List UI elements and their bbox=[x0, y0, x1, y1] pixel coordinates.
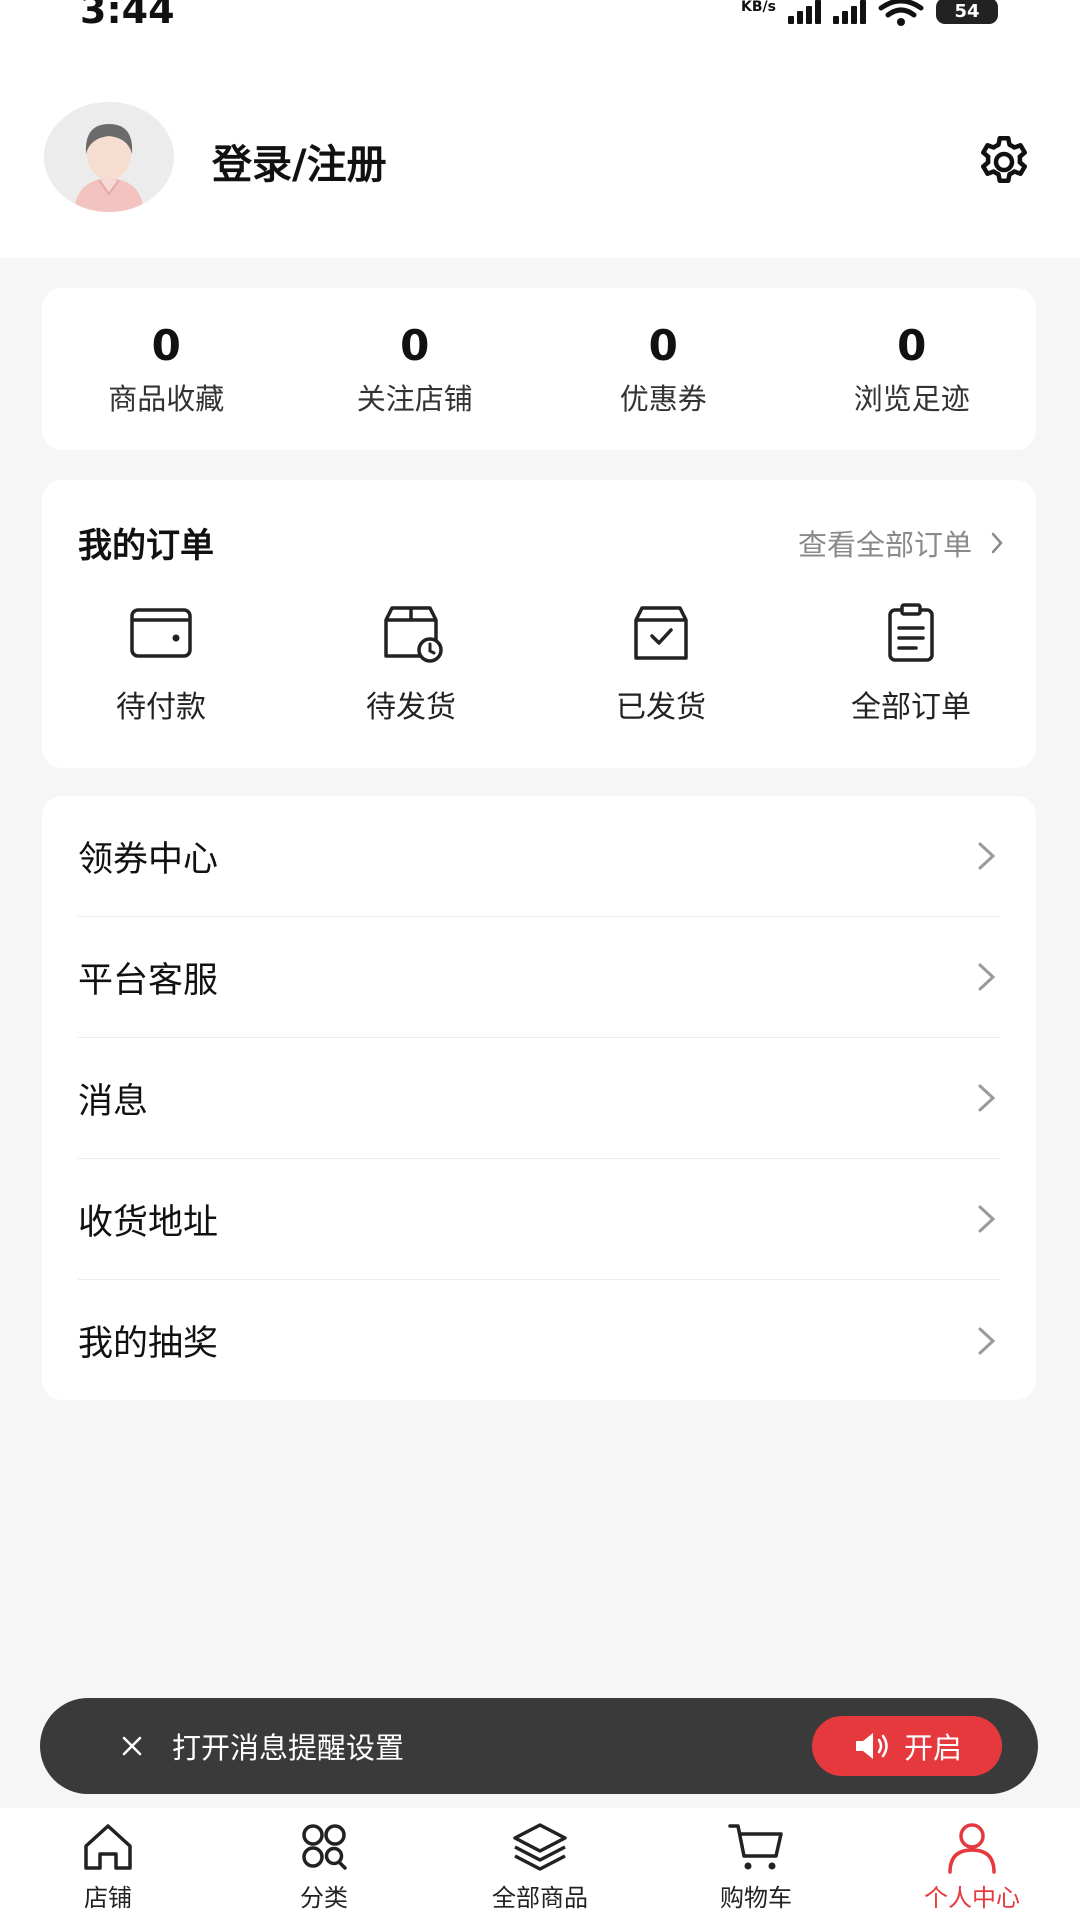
order-shipped[interactable]: 已发货 bbox=[536, 598, 786, 726]
bottom-tab-bar: 店铺 分类 全部商品 购物车 个人中心 bbox=[0, 1808, 1080, 1920]
chevron-right-icon bbox=[978, 1327, 996, 1354]
stat-value: 0 bbox=[648, 321, 678, 370]
tab-label: 全部商品 bbox=[492, 1884, 588, 1912]
tab-label: 个人中心 bbox=[924, 1884, 1020, 1912]
stat-label: 浏览足迹 bbox=[853, 382, 970, 416]
user-icon bbox=[948, 1823, 996, 1874]
gear-icon bbox=[981, 136, 1027, 183]
chevron-right-icon bbox=[991, 532, 1003, 554]
tab-cart[interactable]: 购物车 bbox=[648, 1808, 864, 1920]
menu-item-customer-service[interactable]: 平台客服 bbox=[78, 917, 1000, 1038]
toast-message: 打开消息提醒设置 bbox=[172, 1731, 405, 1765]
view-all-orders-link[interactable]: 查看全部订单 bbox=[798, 522, 1004, 564]
tab-label: 店铺 bbox=[84, 1884, 132, 1912]
order-status-row: 待付款 待发货 已发货 全部订单 bbox=[42, 598, 1036, 726]
category-icon bbox=[302, 1824, 347, 1870]
clipboard-icon bbox=[888, 603, 934, 662]
tab-shop[interactable]: 店铺 bbox=[0, 1808, 216, 1920]
stat-favorites[interactable]: 0 商品收藏 bbox=[42, 288, 291, 450]
menu-item-label: 平台客服 bbox=[78, 960, 219, 1001]
stat-label: 优惠券 bbox=[619, 382, 707, 416]
orders-title: 我的订单 bbox=[78, 526, 214, 566]
order-label: 已发货 bbox=[616, 690, 706, 725]
enable-button-label: 开启 bbox=[903, 1731, 962, 1765]
stat-value: 0 bbox=[400, 321, 430, 370]
battery-icon: 54 bbox=[936, 0, 998, 24]
menu-item-label: 消息 bbox=[78, 1081, 149, 1122]
menu-item-shipping-address[interactable]: 收货地址 bbox=[78, 1159, 1000, 1280]
status-indicators: KB/s 54 bbox=[741, 0, 998, 26]
chevron-right-icon bbox=[978, 963, 996, 991]
settings-button[interactable] bbox=[974, 132, 1034, 192]
menu-item-label: 收货地址 bbox=[78, 1202, 219, 1243]
stat-history[interactable]: 0 浏览足迹 bbox=[788, 288, 1037, 450]
stats-card: 0 商品收藏 0 关注店铺 0 优惠券 0 浏览足迹 bbox=[42, 288, 1036, 450]
close-icon bbox=[122, 1736, 142, 1756]
cart-icon bbox=[728, 1824, 783, 1870]
order-all[interactable]: 全部订单 bbox=[786, 598, 1036, 726]
stat-coupons[interactable]: 0 优惠券 bbox=[539, 288, 788, 450]
menu-item-coupon-center[interactable]: 领券中心 bbox=[78, 796, 1000, 917]
stat-label: 商品收藏 bbox=[108, 382, 225, 416]
menu-item-messages[interactable]: 消息 bbox=[78, 1038, 1000, 1159]
status-time: 3:44 bbox=[80, 0, 175, 32]
stat-value: 0 bbox=[897, 321, 927, 370]
speaker-icon bbox=[855, 1733, 888, 1759]
order-label: 待付款 bbox=[116, 690, 206, 725]
menu-item-label: 领券中心 bbox=[78, 839, 219, 880]
tab-label: 分类 bbox=[300, 1884, 348, 1912]
order-label: 全部订单 bbox=[851, 690, 971, 725]
stat-followed-shops[interactable]: 0 关注店铺 bbox=[291, 288, 540, 450]
status-bar: 3:44 KB/s 54 bbox=[0, 0, 1080, 40]
toast-close-button[interactable] bbox=[102, 1716, 162, 1776]
chevron-right-icon bbox=[978, 1084, 996, 1112]
view-all-orders-label: 查看全部订单 bbox=[797, 528, 972, 562]
tab-category[interactable]: 分类 bbox=[216, 1808, 432, 1920]
order-label: 待发货 bbox=[366, 690, 456, 725]
chevron-right-icon bbox=[978, 842, 996, 870]
wallet-icon bbox=[130, 608, 192, 658]
network-speed: KB/s bbox=[741, 0, 776, 15]
layers-icon bbox=[513, 1823, 567, 1871]
stat-label: 关注店铺 bbox=[356, 382, 473, 416]
order-pending-shipment[interactable]: 待发货 bbox=[286, 598, 536, 726]
wifi-icon bbox=[878, 0, 924, 26]
box-clock-icon bbox=[384, 606, 443, 663]
notification-toast: 打开消息提醒设置 开启 bbox=[40, 1698, 1038, 1794]
orders-card: 我的订单 查看全部订单 待付款 待发货 已发货 全部订单 bbox=[42, 480, 1036, 768]
enable-notifications-button[interactable]: 开启 bbox=[812, 1716, 1002, 1776]
box-check-icon bbox=[634, 606, 688, 660]
menu-item-lottery[interactable]: 我的抽奖 bbox=[78, 1280, 1000, 1401]
avatar[interactable] bbox=[44, 102, 174, 212]
home-icon bbox=[84, 1824, 132, 1870]
cell-signal-icon bbox=[833, 0, 866, 24]
menu-item-label: 我的抽奖 bbox=[78, 1324, 219, 1364]
tab-all-products[interactable]: 全部商品 bbox=[432, 1808, 648, 1920]
cell-signal-icon bbox=[788, 0, 821, 24]
order-pending-payment[interactable]: 待付款 bbox=[36, 598, 286, 726]
menu-card: 领券中心 平台客服 消息 收货地址 我的抽奖 bbox=[42, 796, 1036, 1400]
chevron-right-icon bbox=[978, 1205, 996, 1233]
login-register-link[interactable]: 登录/注册 bbox=[212, 132, 387, 190]
profile-header: 登录/注册 bbox=[0, 40, 1080, 258]
tab-profile[interactable]: 个人中心 bbox=[864, 1808, 1080, 1920]
tab-label: 购物车 bbox=[720, 1884, 792, 1912]
stat-value: 0 bbox=[151, 321, 181, 370]
